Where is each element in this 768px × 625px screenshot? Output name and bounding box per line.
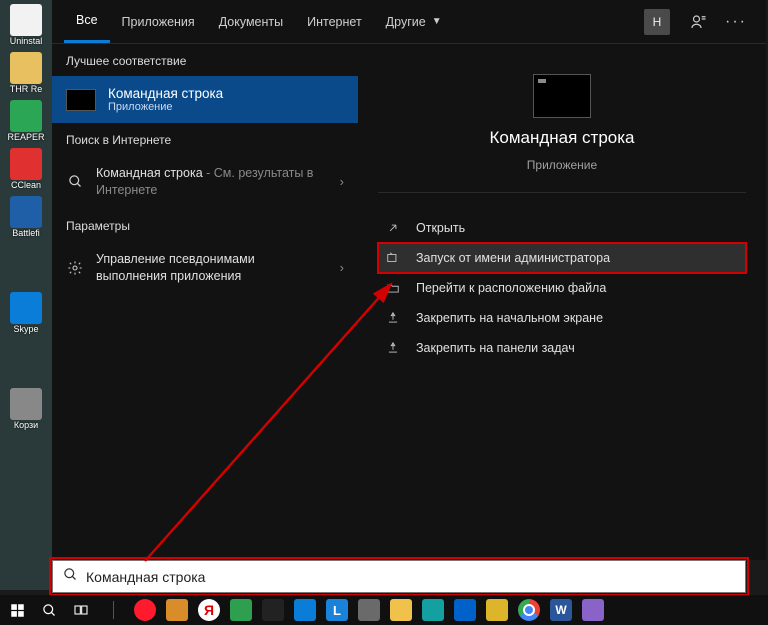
action-label: Запуск от имени администратора	[416, 251, 610, 265]
web-item-prefix: Командная строка	[96, 166, 203, 180]
desktop-shortcut[interactable]	[4, 340, 48, 384]
taskbar-app-L[interactable]: L	[322, 596, 352, 624]
desktop-shortcut[interactable]: Skype	[4, 292, 48, 336]
action-icon	[384, 281, 402, 295]
best-match-subtitle: Приложение	[108, 101, 223, 113]
search-panel: ВсеПриложенияДокументыИнтернетДругие ▼ Н…	[52, 0, 766, 560]
action-2[interactable]: Перейти к расположению файла	[378, 273, 746, 303]
taskbar-app-star[interactable]	[258, 596, 288, 624]
search-icon	[66, 173, 84, 191]
desktop-shortcut[interactable]: Uninstal	[4, 4, 48, 48]
desktop-shortcut[interactable]: THR Re	[4, 52, 48, 96]
best-match-label: Лучшее соответствие	[52, 44, 358, 76]
action-3[interactable]: Закрепить на начальном экране	[378, 303, 746, 333]
taskbar-explorer[interactable]	[386, 596, 416, 624]
web-search-item[interactable]: Командная строка - См. результаты в Инте…	[52, 155, 358, 209]
taskbar-yandex[interactable]: Я	[194, 596, 224, 624]
taskbar-files[interactable]	[162, 596, 192, 624]
action-label: Закрепить на начальном экране	[416, 311, 603, 325]
taskbar-app-blue[interactable]	[450, 596, 480, 624]
settings-item-label: Управление псевдонимами выполнения прило…	[96, 251, 328, 285]
chevron-down-icon: ▼	[432, 16, 442, 27]
chevron-right-icon: ›	[340, 260, 344, 275]
taskbar-search[interactable]	[34, 596, 64, 624]
search-icon	[63, 567, 78, 587]
taskbar-app-grey[interactable]	[354, 596, 384, 624]
web-search-label: Поиск в Интернете	[52, 123, 358, 155]
action-icon	[384, 311, 402, 325]
results-column: Лучшее соответствие Командная строка При…	[52, 44, 358, 560]
action-icon	[384, 221, 402, 235]
taskbar-app-teal[interactable]	[418, 596, 448, 624]
tab-Другие[interactable]: Другие	[374, 0, 438, 43]
taskbar-app-yellow[interactable]	[482, 596, 512, 624]
action-label: Открыть	[416, 221, 465, 235]
action-0[interactable]: Открыть	[378, 213, 746, 243]
cmd-large-icon	[533, 74, 591, 118]
cmd-thumb-icon	[66, 89, 96, 111]
action-1[interactable]: Запуск от имени администратора	[378, 243, 746, 273]
taskbar: ЯLW	[0, 595, 768, 625]
settings-label: Параметры	[52, 209, 358, 241]
desktop-shortcut[interactable]: CClean	[4, 148, 48, 192]
taskbar-word[interactable]: W	[546, 596, 576, 624]
tab-Приложения[interactable]: Приложения	[110, 0, 207, 43]
ellipsis-icon[interactable]: ···	[726, 12, 746, 32]
chevron-right-icon: ›	[340, 174, 344, 189]
tabs-bar: ВсеПриложенияДокументыИнтернетДругие ▼ Н…	[52, 0, 766, 44]
search-input[interactable]	[86, 569, 735, 585]
taskbar-opera[interactable]	[130, 596, 160, 624]
best-match-title: Командная строка	[108, 86, 223, 101]
preview-column: Командная строка Приложение Открыть Запус…	[358, 44, 766, 560]
user-avatar[interactable]: Н	[644, 9, 670, 35]
settings-item[interactable]: Управление псевдонимами выполнения прило…	[52, 241, 358, 295]
taskbar-app-green[interactable]	[226, 596, 256, 624]
taskbar-start[interactable]	[2, 596, 32, 624]
gear-icon	[66, 259, 84, 277]
action-label: Перейти к расположению файла	[416, 281, 606, 295]
action-icon	[384, 251, 402, 265]
desktop-shortcut[interactable]	[4, 244, 48, 288]
taskbar-paint[interactable]	[578, 596, 608, 624]
tab-Все[interactable]: Все	[64, 0, 110, 43]
action-icon	[384, 341, 402, 355]
desktop-shortcut[interactable]: Корзи	[4, 388, 48, 432]
action-4[interactable]: Закрепить на панели задач	[378, 333, 746, 363]
tab-Интернет[interactable]: Интернет	[295, 0, 374, 43]
taskbar-chrome[interactable]	[514, 596, 544, 624]
tab-Документы[interactable]: Документы	[207, 0, 295, 43]
taskbar-divider	[98, 596, 128, 624]
action-label: Закрепить на панели задач	[416, 341, 575, 355]
taskbar-taskview[interactable]	[66, 596, 96, 624]
search-box[interactable]	[52, 560, 746, 593]
desktop-strip: UninstalTHR ReREAPERCCleanBattlefi Skype К…	[0, 0, 52, 590]
preview-subtitle: Приложение	[527, 158, 597, 172]
taskbar-mail[interactable]	[290, 596, 320, 624]
desktop-shortcut[interactable]: Battlefi	[4, 196, 48, 240]
preview-title: Командная строка	[489, 128, 634, 148]
best-match-item[interactable]: Командная строка Приложение	[52, 76, 358, 123]
desktop-shortcut[interactable]: REAPER	[4, 100, 48, 144]
feedback-icon[interactable]	[688, 12, 708, 32]
